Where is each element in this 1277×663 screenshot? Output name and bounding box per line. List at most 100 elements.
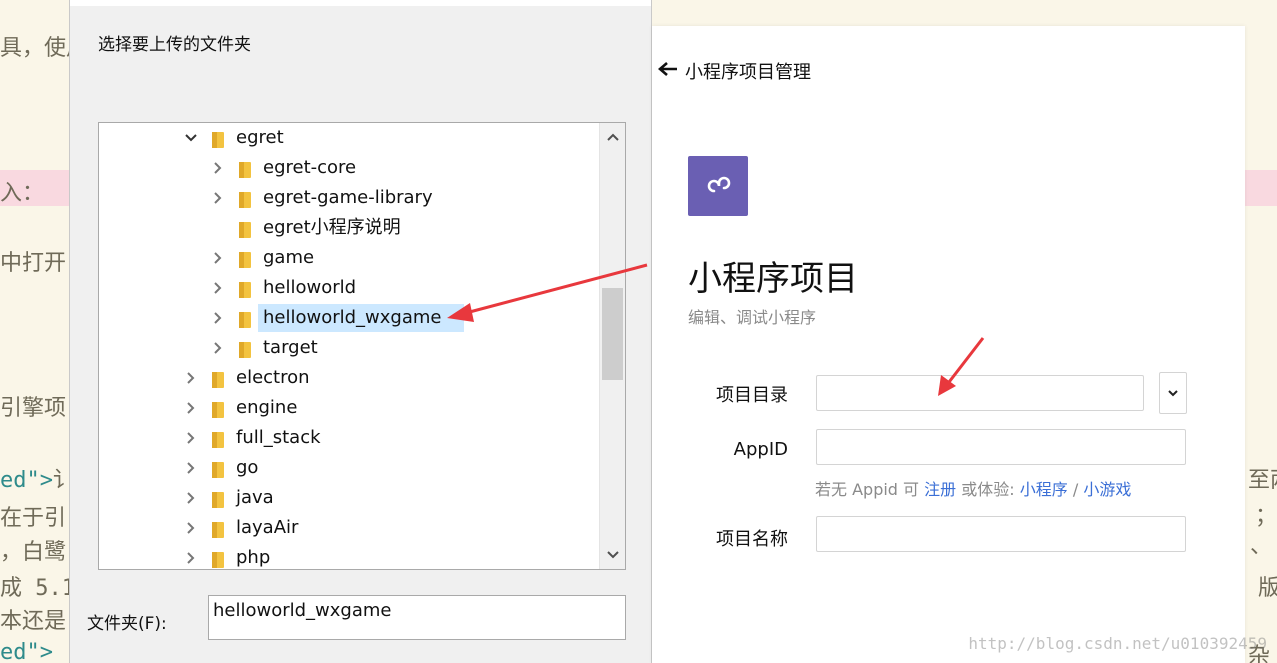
chevron-right-icon[interactable] (184, 453, 198, 483)
chevron-right-icon[interactable] (211, 273, 225, 303)
scroll-up-icon[interactable] (600, 125, 625, 149)
chevron-right-icon[interactable] (211, 153, 225, 183)
tree-row[interactable]: go (99, 453, 599, 483)
chevron-right-icon[interactable] (211, 243, 225, 273)
scroll-down-icon[interactable] (600, 543, 625, 567)
folder-icon (211, 489, 225, 508)
folder-field-label: 文件夹(F): (87, 614, 167, 634)
tree-row[interactable]: egret-game-library (99, 183, 599, 213)
link-icon (707, 176, 731, 193)
back-link-label: 小程序项目管理 (685, 62, 811, 83)
hint-text: 若无 Appid 可 (815, 480, 920, 499)
folder-name-input[interactable]: helloworld_wxgame (208, 595, 626, 640)
chevron-right-icon[interactable] (184, 363, 198, 393)
folder-icon (211, 129, 225, 148)
chevron-right-icon[interactable] (184, 513, 198, 543)
chevron-right-icon[interactable] (211, 333, 225, 363)
bg-text: 成 5.1 (0, 576, 75, 601)
folder-name: helloworld (263, 277, 357, 298)
bg-text: ，白鹭 (0, 540, 67, 565)
back-link[interactable]: 小程序项目管理 (657, 58, 811, 84)
tree-row[interactable]: layaAir (99, 513, 599, 543)
folder-icon (211, 459, 225, 478)
try-mini-program-link[interactable]: 小程序 (1020, 480, 1068, 499)
chevron-right-icon[interactable] (184, 423, 198, 453)
chevron-right-icon[interactable] (211, 183, 225, 213)
bg-text: ； (1255, 504, 1277, 529)
chevron-right-icon[interactable] (211, 303, 225, 333)
dialog-titlebar (70, 0, 651, 6)
project-name-input[interactable] (816, 516, 1186, 552)
folder-name: egret-core (263, 157, 357, 178)
folder-name: go (236, 457, 259, 478)
register-link[interactable]: 注册 (924, 480, 956, 499)
folder-name: php (236, 547, 271, 568)
folder-name: egret小程序说明 (263, 217, 401, 238)
appid-input[interactable] (816, 429, 1186, 465)
folder-name: game (263, 247, 315, 268)
folder-icon (238, 339, 252, 358)
tree-row[interactable]: engine (99, 393, 599, 423)
tree-row[interactable]: electron (99, 363, 599, 393)
bg-text: 入： (0, 181, 45, 206)
bg-text: 、 (1250, 534, 1273, 559)
folder-icon (211, 549, 225, 568)
hint-text: 或体验: (961, 480, 1015, 499)
folder-icon (211, 399, 225, 418)
tree-row[interactable]: target (99, 333, 599, 363)
project-name-label: 项目名称 (716, 529, 788, 550)
folder-name: engine (236, 397, 298, 418)
dialog-prompt: 选择要上传的文件夹 (98, 35, 251, 55)
tree-row[interactable]: php (99, 543, 599, 569)
page-subtitle: 编辑、调试小程序 (688, 308, 817, 327)
bg-text: 本还是 (0, 609, 67, 634)
folder-icon (211, 519, 225, 538)
tree-row[interactable]: egret-core (99, 153, 599, 183)
page-title: 小程序项目 (688, 259, 858, 299)
bg-text: 中打开 (0, 251, 67, 276)
try-mini-game-link[interactable]: 小游戏 (1083, 480, 1131, 499)
bg-text: 引擎项 (0, 396, 67, 421)
folder-icon (238, 159, 252, 178)
tree-row[interactable]: game (99, 243, 599, 273)
bg-highlight (1245, 170, 1277, 206)
arrow-left-icon (657, 60, 679, 83)
folder-name: helloworld_wxgame (263, 307, 442, 328)
project-dir-dropdown[interactable] (1159, 372, 1187, 414)
bg-code: ed">讠 (0, 468, 75, 493)
tree-row[interactable]: egret小程序说明 (99, 213, 599, 243)
appid-label: AppID (733, 439, 788, 460)
bg-text: 至两 (1248, 468, 1277, 493)
tree-row[interactable]: java (99, 483, 599, 513)
tree-row[interactable]: full_stack (99, 423, 599, 453)
folder-name: java (236, 487, 274, 508)
folder-name: electron (236, 367, 310, 388)
tree-row[interactable]: helloworld_wxgame (99, 303, 599, 333)
chevron-right-icon[interactable] (184, 483, 198, 513)
project-dir-label: 项目目录 (716, 385, 788, 406)
tree-scrollbar[interactable] (599, 123, 625, 569)
chevron-right-icon[interactable] (184, 393, 198, 423)
hint-separator: / (1072, 480, 1079, 499)
folder-name: egret-game-library (263, 187, 433, 208)
appid-hint: 若无 Appid 可 注册 或体验: 小程序 / 小游戏 (815, 476, 1131, 500)
tree-row[interactable]: helloworld (99, 273, 599, 303)
folder-icon (238, 219, 252, 238)
folder-name: egret (236, 127, 284, 148)
bg-text: 在于引 (0, 506, 67, 531)
project-dir-input[interactable] (816, 375, 1144, 411)
bg-code: ed"> (0, 640, 53, 663)
project-panel: 小程序项目管理 小程序项目 编辑、调试小程序 项目目录 AppID 若无 App… (652, 26, 1245, 663)
watermark: http://blog.csdn.net/u010392459 (968, 634, 1267, 653)
folder-picker-dialog: 选择要上传的文件夹 egret egret-core egret-game-libr… (69, 0, 652, 663)
folder-icon (238, 249, 252, 268)
scroll-thumb[interactable] (602, 288, 623, 380)
mini-program-logo (688, 156, 748, 216)
tree-row[interactable]: egret (99, 123, 599, 153)
folder-name: full_stack (236, 427, 321, 448)
chevron-right-icon[interactable] (184, 543, 198, 569)
folder-name: layaAir (236, 517, 299, 538)
folder-name: target (263, 337, 318, 358)
folder-tree[interactable]: egret egret-core egret-game-library egret小程… (98, 122, 626, 570)
chevron-down-icon[interactable] (184, 123, 198, 153)
